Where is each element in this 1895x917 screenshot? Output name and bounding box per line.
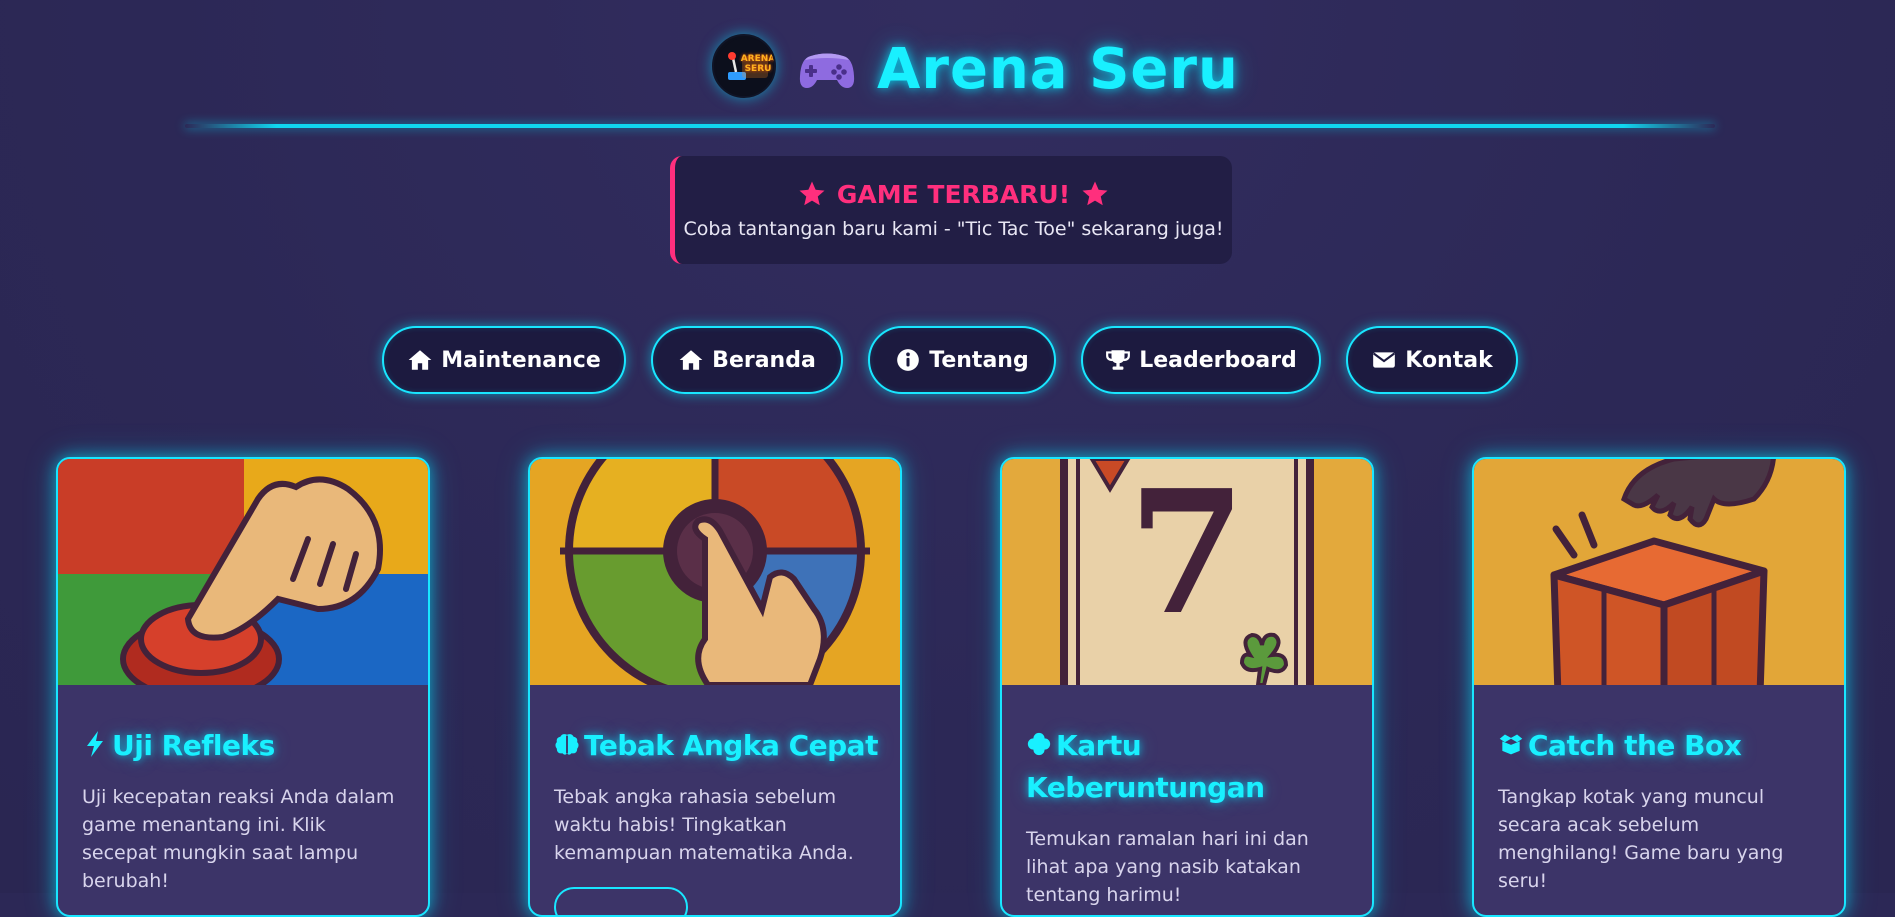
game-card-kartu-keberuntungan[interactable]: 7 Kartu Keberuntungan Temukan ramalan ha…	[1000, 457, 1374, 917]
reflex-button-illustration	[58, 459, 428, 685]
card-description: Uji kecepatan reaksi Anda dalam game men…	[82, 786, 395, 892]
card-image	[58, 459, 428, 685]
nav-tentang[interactable]: Tentang	[868, 326, 1056, 394]
catch-box-illustration	[1474, 459, 1844, 685]
card-description: Tangkap kotak yang muncul secara acak se…	[1498, 786, 1784, 892]
star-icon	[1082, 181, 1108, 206]
logo-text: ARENA SERU	[740, 54, 776, 74]
site-logo[interactable]: ARENA SERU	[712, 34, 776, 98]
announcement-text: Coba tantangan baru kami - "Tic Tac Toe"…	[683, 218, 1224, 240]
card-image	[530, 459, 900, 685]
brain-icon	[555, 734, 579, 755]
game-card-tebak-angka[interactable]: Tebak Angka Cepat Tebak angka rahasia se…	[528, 457, 902, 917]
trophy-icon	[1106, 350, 1131, 370]
home-icon	[408, 350, 432, 370]
nav-label: Tentang	[929, 347, 1029, 373]
gamepad-icon	[797, 38, 861, 102]
nav-label: Leaderboard	[1139, 347, 1297, 373]
nav-kontak[interactable]: Kontak	[1346, 326, 1518, 394]
game-card-catch-the-box[interactable]: Catch the Box Tangkap kotak yang muncul …	[1472, 457, 1846, 917]
nav-leaderboard[interactable]: Leaderboard	[1081, 326, 1321, 394]
card-title: Catch the Box	[1498, 725, 1838, 767]
bolt-icon	[87, 731, 103, 757]
card-seven: 7	[1127, 459, 1247, 653]
home-icon	[679, 350, 703, 370]
play-button[interactable]	[554, 887, 688, 915]
nav-label: Maintenance	[441, 347, 601, 373]
nav-label: Beranda	[712, 347, 816, 373]
main-nav: Maintenance Beranda Tentang Leaderboard …	[0, 326, 1895, 396]
card-title: Kartu Keberuntungan	[1026, 729, 1265, 804]
site-header: ARENA SERU Arena Seru	[0, 0, 1895, 130]
page-title: Arena Seru	[877, 37, 1239, 102]
game-card-uji-refleks[interactable]: Uji Refleks Uji kecepatan reaksi Anda da…	[56, 457, 430, 917]
card-image: 7	[1002, 459, 1372, 685]
header-divider	[185, 124, 1715, 128]
announcement-title: GAME TERBARU!	[836, 179, 1071, 209]
nav-beranda[interactable]: Beranda	[651, 326, 843, 394]
card-description: Tebak angka rahasia sebelum waktu habis!…	[554, 786, 854, 864]
card-title: Uji Refleks	[82, 725, 422, 767]
star-icon	[799, 181, 825, 206]
card-image	[1474, 459, 1844, 685]
announcement-heading: GAME TERBARU!	[675, 176, 1232, 212]
simon-game-illustration	[530, 459, 900, 685]
card-title: Tebak Angka Cepat	[554, 725, 894, 767]
announcement-banner: GAME TERBARU! Coba tantangan baru kami -…	[670, 156, 1232, 264]
envelope-icon	[1373, 352, 1396, 368]
info-icon	[897, 349, 920, 371]
card-description: Temukan ramalan hari ini dan lihat apa y…	[1026, 828, 1309, 906]
clover-icon	[1027, 732, 1051, 756]
nav-maintenance[interactable]: Maintenance	[382, 326, 626, 394]
box-open-icon	[1499, 734, 1523, 755]
nav-label: Kontak	[1405, 347, 1493, 373]
